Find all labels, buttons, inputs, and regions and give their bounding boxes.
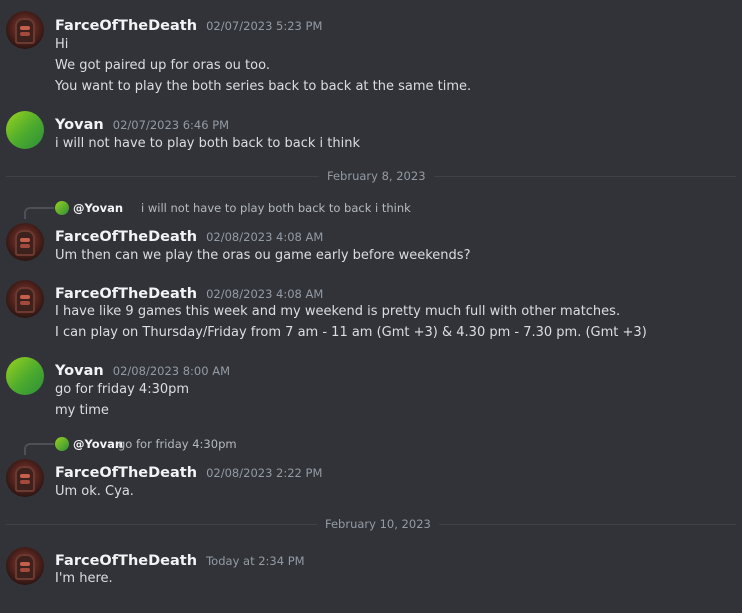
- avatar[interactable]: [6, 11, 44, 49]
- message-header: FarceOfTheDeath 02/08/2023 2:22 PM: [55, 462, 322, 481]
- author-name[interactable]: FarceOfTheDeath: [55, 229, 197, 245]
- author-name[interactable]: FarceOfTheDeath: [55, 18, 197, 34]
- message-text: You want to play the both series back to…: [55, 79, 472, 94]
- date-divider-label: February 10, 2023: [317, 517, 439, 531]
- author-name[interactable]: Yovan: [55, 363, 104, 379]
- author-name[interactable]: FarceOfTheDeath: [55, 553, 197, 569]
- reply-text[interactable]: i will not have to play both back to bac…: [141, 201, 411, 215]
- reply-author[interactable]: @Yovan: [73, 201, 123, 215]
- timestamp: 02/08/2023 4:08 AM: [206, 230, 324, 244]
- message-text: I have like 9 games this week and my wee…: [55, 304, 621, 319]
- reply-text[interactable]: go for friday 4:30pm: [118, 437, 237, 451]
- message-header: Yovan 02/08/2023 8:00 AM: [55, 360, 230, 379]
- reply-spine: [24, 443, 54, 455]
- message-header: FarceOfTheDeath Today at 2:34 PM: [55, 550, 305, 569]
- message-text: i will not have to play both back to bac…: [55, 136, 361, 151]
- author-name[interactable]: FarceOfTheDeath: [55, 465, 197, 481]
- message-header: FarceOfTheDeath 02/08/2023 4:08 AM: [55, 283, 323, 302]
- timestamp: 02/07/2023 6:46 PM: [112, 118, 230, 132]
- author-name[interactable]: FarceOfTheDeath: [55, 286, 197, 302]
- timestamp: 02/08/2023 2:22 PM: [206, 466, 323, 480]
- message-text: Um then can we play the oras ou game ear…: [55, 248, 471, 263]
- message-text: We got paired up for oras ou too.: [55, 58, 270, 73]
- reply-spine: [24, 207, 54, 219]
- author-name[interactable]: Yovan: [55, 117, 104, 133]
- avatar[interactable]: [6, 357, 44, 395]
- message-text: I can play on Thursday/Friday from 7 am …: [55, 325, 647, 340]
- timestamp: 02/08/2023 8:00 AM: [112, 364, 231, 378]
- message-text: Um ok. Cya.: [55, 484, 134, 499]
- message-text: go for friday 4:30pm: [55, 382, 190, 397]
- message-text: my time: [55, 403, 109, 418]
- timestamp: 02/07/2023 5:23 PM: [206, 19, 323, 33]
- message-text: Hi: [55, 37, 69, 52]
- timestamp: 02/08/2023 4:08 AM: [206, 287, 324, 301]
- timestamp: Today at 2:34 PM: [206, 554, 305, 568]
- avatar[interactable]: [6, 459, 44, 497]
- reply-author[interactable]: @Yovan: [73, 437, 123, 451]
- message-text: I'm here.: [55, 571, 113, 586]
- avatar[interactable]: [6, 223, 44, 261]
- reply-avatar: [55, 201, 69, 215]
- reply-avatar: [55, 437, 69, 451]
- avatar[interactable]: [6, 280, 44, 318]
- avatar[interactable]: [6, 111, 44, 149]
- message-header: Yovan 02/07/2023 6:46 PM: [55, 114, 229, 133]
- message-header: FarceOfTheDeath 02/08/2023 4:08 AM: [55, 226, 323, 245]
- avatar[interactable]: [6, 547, 44, 585]
- date-divider-label: February 8, 2023: [319, 169, 434, 183]
- message-header: FarceOfTheDeath 02/07/2023 5:23 PM: [55, 15, 322, 34]
